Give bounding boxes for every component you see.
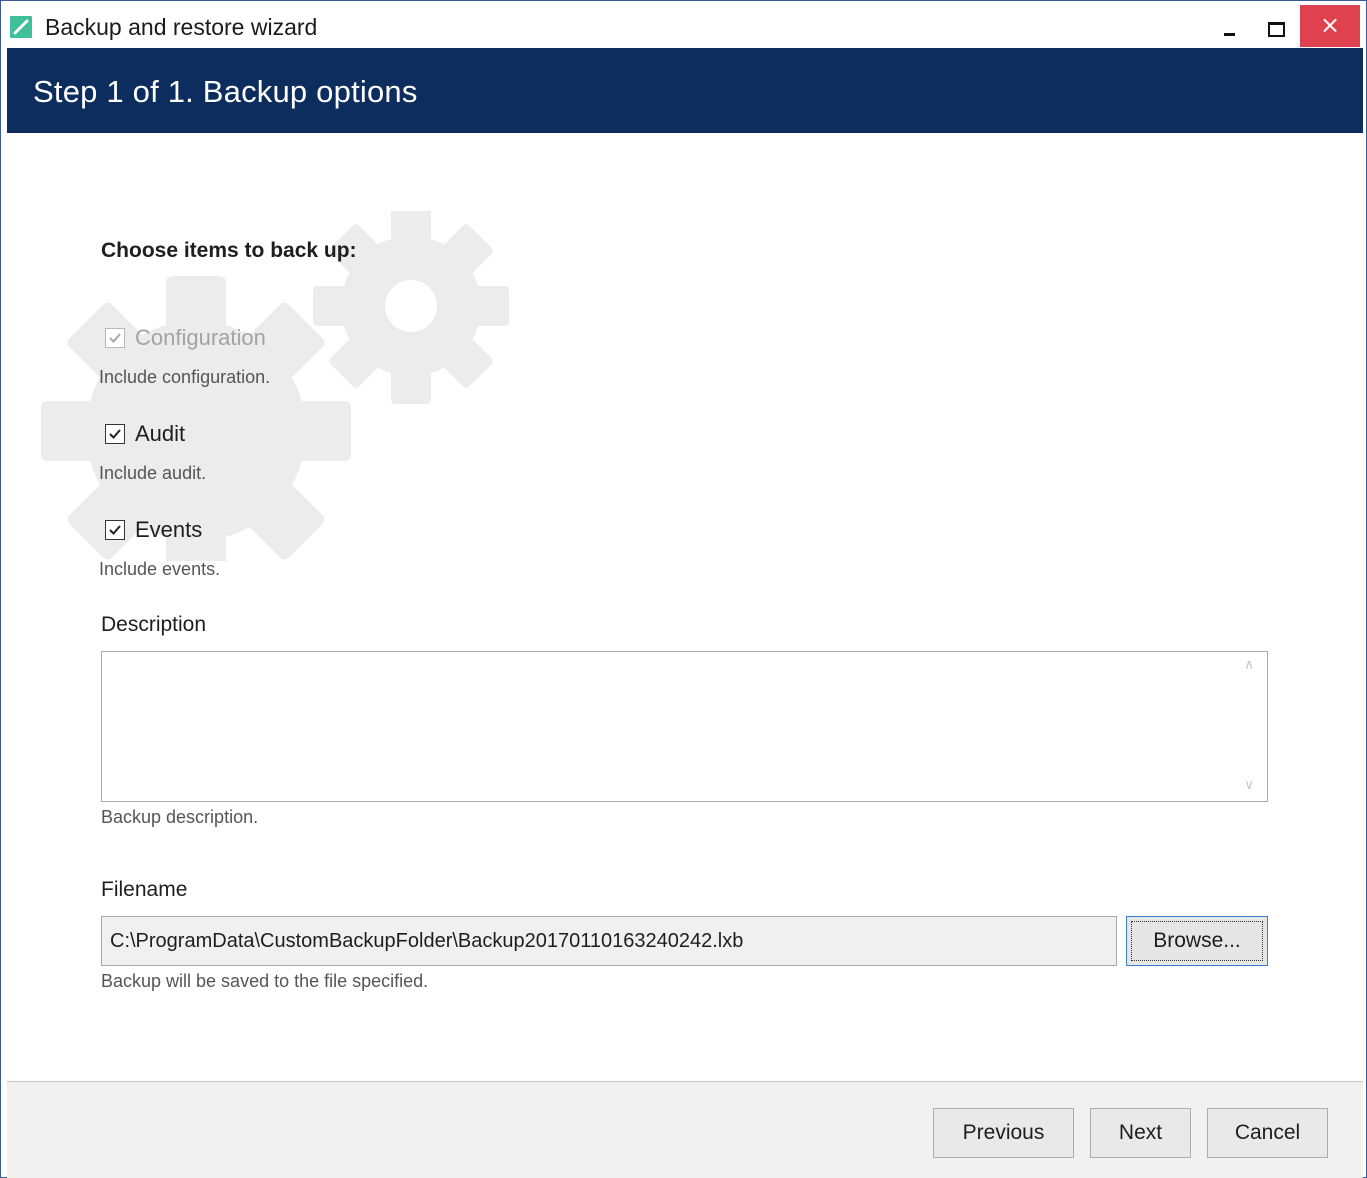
app-icon [10, 16, 32, 38]
close-button[interactable]: × [1300, 5, 1360, 47]
filename-hint: Backup will be saved to the file specifi… [101, 971, 429, 991]
close-icon: × [1319, 11, 1341, 39]
step-title: Step 1 of 1. Backup options [33, 74, 418, 109]
description-textarea[interactable]: ∧ ∨ [101, 651, 1268, 802]
filename-value: C:\ProgramData\CustomBackupFolder\Backup… [110, 930, 744, 952]
events-hint: Include events. [99, 559, 221, 579]
cancel-button[interactable]: Cancel [1207, 1108, 1328, 1158]
description-label: Description [101, 613, 207, 636]
backup-items-title: Choose items to back up: [101, 239, 357, 262]
wizard-window: Backup and restore wizard × Step 1 of 1.… [0, 0, 1367, 1178]
configuration-label: Configuration [135, 325, 266, 350]
next-button[interactable]: Next [1090, 1108, 1191, 1158]
previous-button[interactable]: Previous [933, 1108, 1074, 1158]
configuration-hint: Include configuration. [99, 367, 271, 387]
audit-checkbox[interactable] [105, 424, 125, 444]
checkmark-icon [109, 429, 121, 439]
browse-label: Browse... [1153, 929, 1241, 952]
events-label: Events [135, 517, 203, 542]
checkmark-icon [109, 333, 121, 343]
checkmark-icon [109, 525, 121, 535]
configuration-checkbox[interactable] [105, 328, 125, 348]
audit-hint: Include audit. [99, 463, 207, 483]
filename-input[interactable]: C:\ProgramData\CustomBackupFolder\Backup… [101, 916, 1117, 966]
title-bar[interactable]: Backup and restore wizard × [1, 1, 1366, 48]
events-checkbox[interactable] [105, 520, 125, 540]
description-scrollbar[interactable]: ∧ ∨ [1233, 652, 1267, 801]
window-title: Backup and restore wizard [45, 14, 318, 40]
wizard-header: Step 1 of 1. Backup options [7, 48, 1363, 133]
scroll-up-icon[interactable]: ∧ [1244, 656, 1254, 673]
description-hint: Backup description. [101, 807, 259, 827]
minimize-icon[interactable] [1208, 5, 1250, 47]
browse-button[interactable]: Browse... [1126, 916, 1268, 966]
audit-label: Audit [135, 421, 186, 446]
maximize-icon[interactable] [1253, 5, 1295, 47]
filename-label: Filename [101, 878, 188, 901]
scroll-down-icon[interactable]: ∨ [1244, 776, 1254, 793]
